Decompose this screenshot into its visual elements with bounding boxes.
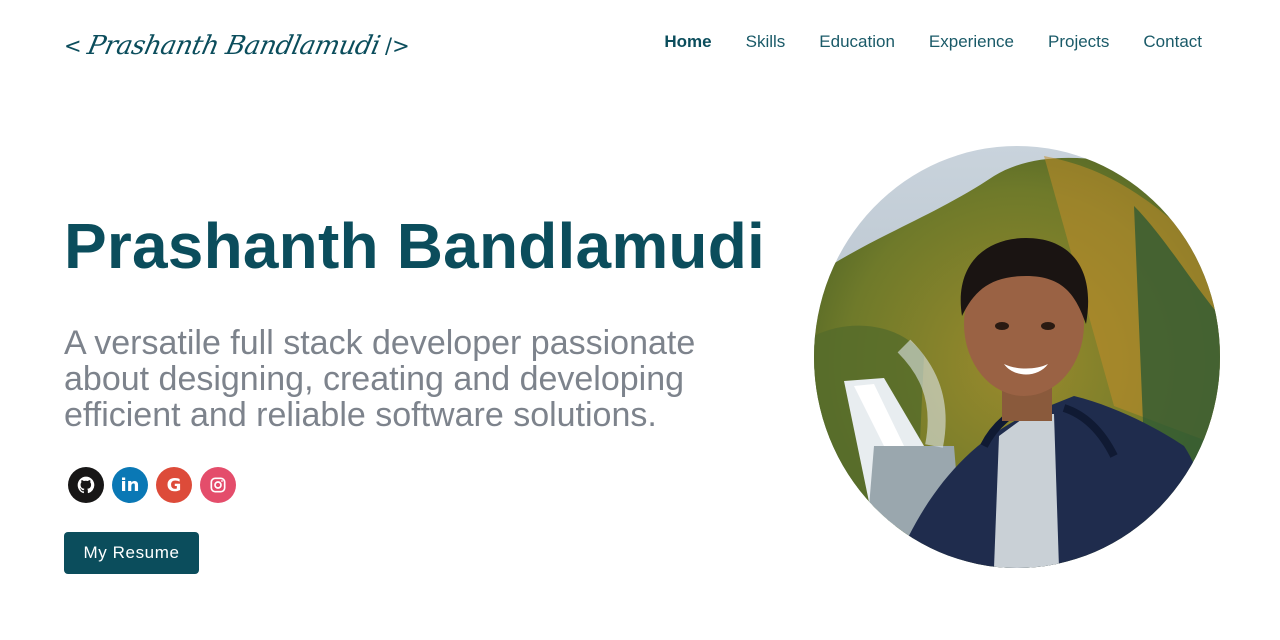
github-link[interactable] bbox=[68, 467, 104, 503]
resume-button[interactable]: My Resume bbox=[64, 532, 199, 574]
nav-contact[interactable]: Contact bbox=[1143, 32, 1202, 52]
instagram-link[interactable] bbox=[200, 467, 236, 503]
site-logo[interactable]: < Prashanth Bandlamudi /> bbox=[64, 24, 410, 68]
nav-projects[interactable]: Projects bbox=[1048, 32, 1109, 52]
profile-photo-illustration bbox=[814, 146, 1220, 568]
nav-home[interactable]: Home bbox=[664, 32, 711, 52]
google-icon: G bbox=[166, 474, 182, 496]
github-icon bbox=[77, 476, 95, 494]
logo-close-bracket: /> bbox=[385, 34, 410, 58]
hero-name: Prashanth Bandlamudi bbox=[64, 210, 765, 282]
nav-education[interactable]: Education bbox=[819, 32, 895, 52]
google-link[interactable]: G bbox=[156, 467, 192, 503]
hero-intro: Prashanth Bandlamudi A versatile full st… bbox=[64, 205, 784, 433]
top-navbar: < Prashanth Bandlamudi /> Home Skills Ed… bbox=[0, 0, 1280, 90]
logo-open-bracket: < bbox=[64, 34, 82, 58]
nav-experience[interactable]: Experience bbox=[929, 32, 1014, 52]
instagram-icon bbox=[210, 477, 226, 493]
nav-skills[interactable]: Skills bbox=[746, 32, 786, 52]
logo-signature: Prashanth Bandlamudi bbox=[84, 31, 383, 61]
hero-tagline: A versatile full stack developer passion… bbox=[64, 324, 696, 434]
linkedin-link[interactable]: in bbox=[112, 467, 148, 503]
social-links: in G bbox=[68, 467, 236, 503]
profile-photo bbox=[814, 146, 1220, 568]
linkedin-icon: in bbox=[120, 474, 140, 496]
nav-menu: Home Skills Education Experience Project… bbox=[664, 32, 1202, 52]
